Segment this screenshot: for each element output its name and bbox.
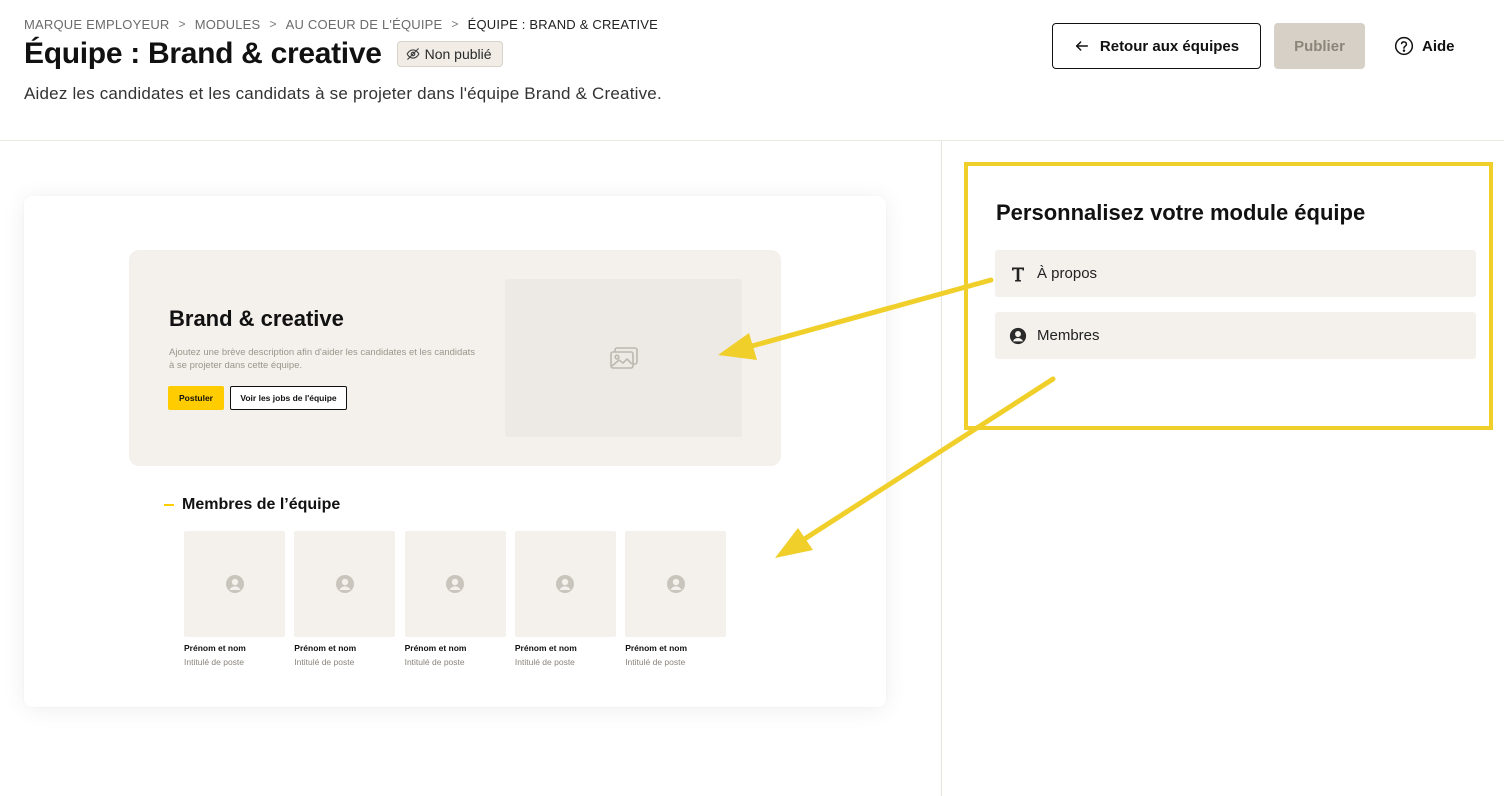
user-placeholder-icon — [335, 575, 354, 593]
member-card: Prénom et nom Intitulé de poste — [514, 531, 616, 667]
member-photo — [404, 531, 506, 637]
member-card: Prénom et nom Intitulé de poste — [184, 531, 285, 667]
help-circle-icon — [1394, 36, 1414, 56]
breadcrumb-separator: > — [269, 17, 277, 31]
hero-section: Brand & creative Ajoutez une brève descr… — [129, 250, 781, 466]
back-button-label: Retour aux équipes — [1099, 37, 1240, 55]
user-icon — [1009, 327, 1027, 345]
title-row: Équipe : Brand & creative Non publié — [24, 34, 503, 74]
customize-panel-title: Personnalisez votre module équipe — [996, 200, 1366, 225]
breadcrumb-item-current: Équipe : Brand & Creative — [467, 16, 659, 32]
breadcrumb: Marque employeur > Modules > Au coeur de… — [24, 16, 658, 32]
member-name: Prénom et nom — [294, 643, 357, 653]
member-photo — [625, 531, 727, 637]
member-role: Intitulé de poste — [184, 657, 245, 667]
breadcrumb-item-employer-brand[interactable]: Marque employeur — [24, 17, 170, 32]
member-role: Intitulé de poste — [514, 657, 575, 667]
arrow-left-icon — [1075, 41, 1088, 51]
members-section-title: Membres de l’équipe — [164, 496, 340, 514]
member-role: Intitulé de poste — [625, 657, 686, 667]
breadcrumb-item-team-module[interactable]: Au coeur de l'équipe — [286, 17, 443, 32]
member-name: Prénom et nom — [625, 643, 688, 653]
member-photo — [184, 531, 285, 637]
status-badge: Non publié — [396, 41, 503, 67]
member-card: Prénom et nom Intitulé de poste — [294, 531, 396, 667]
member-card: Prénom et nom Intitulé de poste — [625, 531, 727, 667]
hero-description: Ajoutez une brève description afin d'aid… — [169, 347, 476, 371]
header-divider — [0, 140, 1504, 141]
back-to-teams-button[interactable]: Retour aux équipes — [1052, 23, 1261, 69]
module-item-members[interactable]: Membres — [995, 312, 1476, 359]
image-placeholder-icon — [609, 347, 638, 369]
members-title-label: Membres de l’équipe — [182, 496, 341, 513]
members-grid: Prénom et nom Intitulé de poste Prénom e… — [184, 531, 735, 667]
help-button-label: Aide — [1422, 37, 1455, 55]
module-item-about[interactable]: À propos — [995, 250, 1476, 297]
hero-title: Brand & creative — [169, 306, 344, 331]
member-name: Prénom et nom — [404, 643, 467, 653]
publish-button[interactable]: Publier — [1274, 23, 1365, 69]
page-subtitle: Aidez les candidates et les candidats à … — [24, 84, 662, 103]
breadcrumb-separator: > — [451, 17, 459, 31]
module-item-members-label: Membres — [1037, 327, 1100, 344]
user-placeholder-icon — [446, 575, 465, 593]
user-placeholder-icon — [666, 575, 685, 593]
hero-image-placeholder — [505, 279, 742, 437]
eye-off-icon — [406, 48, 420, 60]
user-placeholder-icon — [556, 575, 575, 593]
status-badge-label: Non publié — [424, 46, 492, 62]
member-photo — [294, 531, 396, 637]
member-card: Prénom et nom Intitulé de poste — [404, 531, 506, 667]
panel-divider — [941, 141, 942, 796]
member-name: Prénom et nom — [184, 643, 246, 653]
page-title: Équipe : Brand & creative — [24, 37, 382, 70]
breadcrumb-item-modules[interactable]: Modules — [195, 17, 261, 32]
accent-dash — [164, 504, 174, 506]
member-role: Intitulé de poste — [294, 657, 355, 667]
text-icon — [1009, 265, 1027, 283]
breadcrumb-separator: > — [178, 17, 186, 31]
customize-module-panel: Personnalisez votre module équipe À prop… — [964, 162, 1493, 430]
team-jobs-button[interactable]: Voir les jobs de l'équipe — [230, 386, 347, 410]
team-preview-card: Brand & creative Ajoutez une brève descr… — [24, 196, 886, 707]
module-item-about-label: À propos — [1037, 265, 1098, 282]
member-name: Prénom et nom — [514, 643, 577, 653]
user-placeholder-icon — [225, 575, 244, 593]
apply-button[interactable]: Postuler — [168, 386, 224, 410]
help-button[interactable]: Aide — [1394, 23, 1455, 69]
member-role: Intitulé de poste — [404, 657, 465, 667]
member-photo — [514, 531, 616, 637]
